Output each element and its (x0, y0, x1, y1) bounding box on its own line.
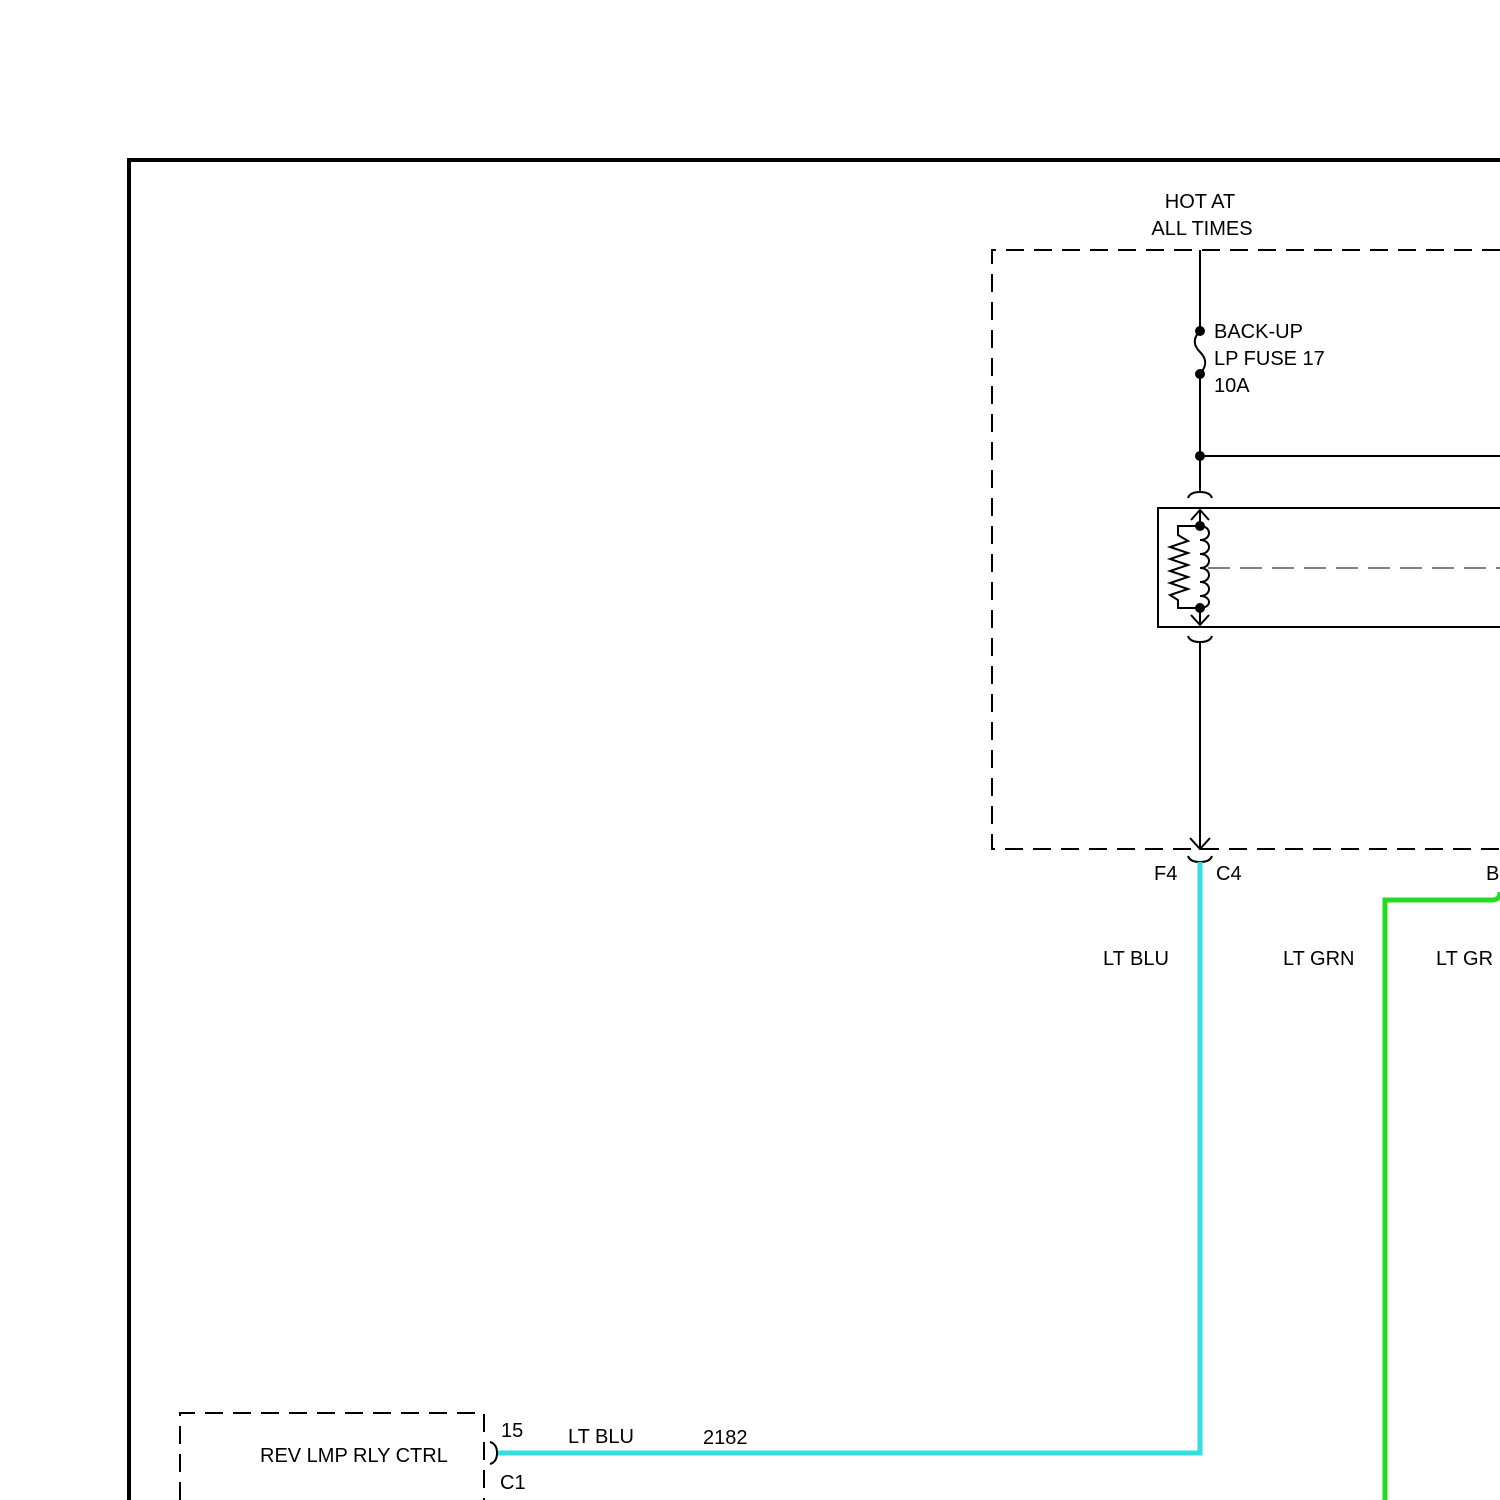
connector-f4-c4 (1187, 855, 1213, 864)
lt-blu-vertical-label: LT BLU (1103, 948, 1169, 970)
fuse-symbol (1193, 326, 1207, 379)
relay-terminal-bottom (1187, 635, 1213, 644)
module-connector-label: C1 (500, 1472, 526, 1494)
lt-grn-label-left: LT GRN (1283, 948, 1355, 970)
power-source-label-line1: HOT AT (1165, 191, 1235, 213)
module-pin-label: 15 (501, 1420, 523, 1442)
lt-grn-wire (1382, 891, 1500, 1500)
relay-coil (1166, 508, 1500, 627)
lt-blu-wire (496, 862, 1203, 1456)
module-label: REV LMP RLY CTRL (260, 1445, 448, 1467)
fuse-label-line3: 10A (1214, 375, 1250, 397)
connector-id-label: C4 (1216, 863, 1242, 885)
fuse-label-line1: BACK-UP (1214, 321, 1303, 343)
connector-right-pin-label: B (1486, 863, 1499, 885)
relay-terminal-top (1187, 490, 1213, 499)
wiring-diagram: HOT AT ALL TIMES BACK-UP LP FUSE 17 10A (127, 158, 1500, 1500)
power-source-label-line2: ALL TIMES (1151, 218, 1252, 240)
circuit-number-label: 2182 (703, 1427, 748, 1449)
module-terminal (489, 1441, 499, 1465)
fuse-label-line2: LP FUSE 17 (1214, 348, 1325, 370)
lt-grn-label-right: LT GR (1436, 948, 1493, 970)
lt-blu-horizontal-label: LT BLU (568, 1426, 634, 1448)
connector-pin-label: F4 (1154, 863, 1177, 885)
